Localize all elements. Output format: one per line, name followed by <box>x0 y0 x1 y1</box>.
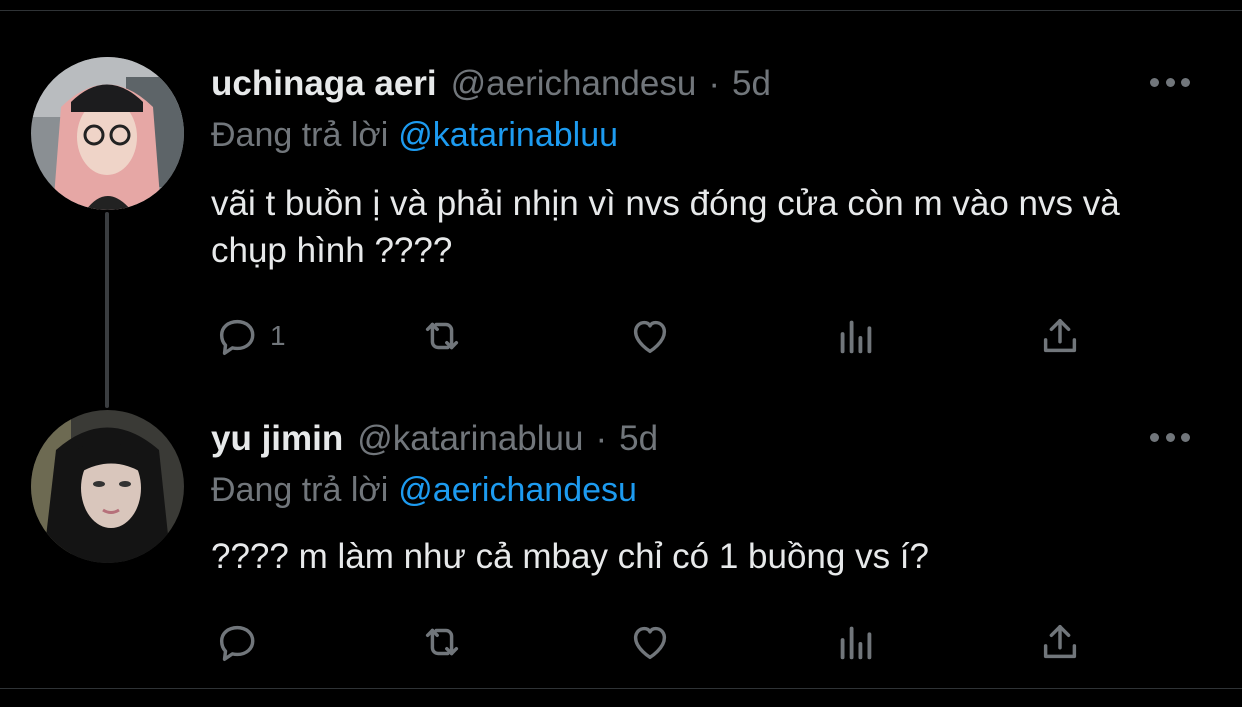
timestamp[interactable]: 5d <box>732 64 771 104</box>
user-handle[interactable]: @aerichandesu <box>451 64 697 104</box>
replying-to: Đang trả lời @katarinabluu <box>211 116 618 155</box>
action-bar: 1 <box>211 311 1111 361</box>
tweet-header: yu jimin @katarinabluu · 5d <box>211 419 658 459</box>
reply-icon <box>219 319 255 355</box>
tweet-text: ???? m làm như cả mbay chỉ có 1 buồng vs… <box>211 537 929 576</box>
views-icon <box>840 626 872 660</box>
top-divider <box>0 10 1242 11</box>
tweet-header: uchinaga aeri @aerichandesu · 5d <box>211 64 771 104</box>
separator: · <box>708 64 720 103</box>
share-icon <box>1043 318 1077 353</box>
replying-to: Đang trả lời @aerichandesu <box>211 471 637 510</box>
user-handle[interactable]: @katarinabluu <box>357 419 583 459</box>
like-icon <box>633 626 667 660</box>
more-icon[interactable] <box>1150 427 1190 447</box>
replying-to-label: Đang trả lời <box>211 116 389 154</box>
replying-to-label: Đang trả lời <box>211 471 389 509</box>
bottom-divider <box>0 688 1242 689</box>
tweet-text: vãi t buồn ị và phải nhịn vì nvs đóng cử… <box>211 184 1120 270</box>
reply-count: 1 <box>270 320 286 351</box>
like-icon <box>633 320 667 354</box>
reply-button[interactable] <box>214 617 270 667</box>
retweet-button[interactable] <box>419 617 465 667</box>
thread-connector-line <box>105 212 109 408</box>
more-icon[interactable] <box>1150 72 1190 92</box>
reply-button[interactable]: 1 <box>214 311 286 361</box>
like-button[interactable] <box>627 311 673 361</box>
timestamp[interactable]: 5d <box>619 419 658 459</box>
views-icon <box>840 320 872 354</box>
share-button[interactable] <box>1037 617 1083 667</box>
action-bar <box>211 617 1111 667</box>
retweet-icon <box>425 628 459 656</box>
reply-mention-link[interactable]: @aerichandesu <box>398 471 637 509</box>
display-name[interactable]: yu jimin <box>211 419 343 459</box>
share-icon <box>1043 624 1077 659</box>
views-button[interactable] <box>833 617 879 667</box>
avatar[interactable] <box>31 410 184 563</box>
display-name[interactable]: uchinaga aeri <box>211 64 437 104</box>
reply-icon <box>219 625 255 661</box>
reply-mention-link[interactable]: @katarinabluu <box>398 116 618 154</box>
retweet-icon <box>425 322 459 350</box>
like-button[interactable] <box>627 617 673 667</box>
avatar[interactable] <box>31 57 184 210</box>
share-button[interactable] <box>1037 311 1083 361</box>
separator: · <box>595 419 608 458</box>
retweet-button[interactable] <box>419 311 465 361</box>
views-button[interactable] <box>833 311 879 361</box>
